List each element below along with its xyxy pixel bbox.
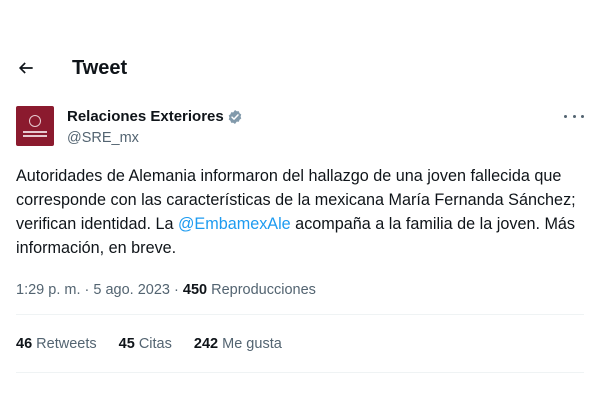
divider (16, 372, 584, 373)
tweet-author: Relaciones Exteriores @SRE_mx (16, 106, 586, 150)
logo-line (23, 130, 47, 133)
meta-separator: · (80, 282, 94, 298)
more-options-icon[interactable] (564, 108, 584, 124)
arrow-left-icon (18, 62, 33, 74)
dot (564, 114, 567, 118)
avatar[interactable] (16, 106, 54, 146)
tweet-date[interactable]: 5 ago. 2023 (93, 282, 170, 298)
views-label: Reproducciones (211, 282, 316, 298)
tweet-meta: 1:29 p. m. · 5 ago. 2023 · 450 Reproducc… (16, 281, 316, 299)
logo-line (23, 134, 47, 137)
name-row: Relaciones Exteriores (67, 108, 243, 126)
retweets-label: Retweets (36, 336, 97, 352)
likes-stat[interactable]: 242 Me gusta (194, 335, 282, 353)
likes-label: Me gusta (222, 336, 282, 352)
retweets-stat[interactable]: 46 Retweets (16, 335, 97, 353)
likes-count: 242 (193, 336, 219, 352)
quotes-label: Citas (138, 336, 172, 352)
dot (572, 114, 576, 118)
divider (16, 314, 584, 315)
emblem-icon (29, 114, 41, 127)
back-button[interactable] (12, 54, 40, 82)
meta-separator: · (169, 282, 183, 298)
quotes-stat[interactable]: 45 Citas (119, 335, 172, 353)
mention-link[interactable]: @EmbamexAle (178, 215, 291, 233)
verified-badge-icon[interactable] (227, 109, 243, 125)
author-handle[interactable]: @SRE_mx (67, 129, 139, 147)
dot (581, 114, 584, 118)
page-title: Tweet (72, 57, 128, 79)
tweet-text: Autoridades de Alemania informaron del h… (16, 164, 588, 260)
quotes-count: 45 (118, 336, 135, 352)
retweets-count: 46 (16, 336, 33, 352)
tweet-time[interactable]: 1:29 p. m. (16, 282, 80, 298)
views-count: 450 (182, 282, 208, 298)
tweet-stats: 46 Retweets 45 Citas 242 Me gusta (16, 335, 300, 353)
author-display-name[interactable]: Relaciones Exteriores (67, 108, 224, 126)
tweet-header: Tweet (0, 48, 600, 88)
